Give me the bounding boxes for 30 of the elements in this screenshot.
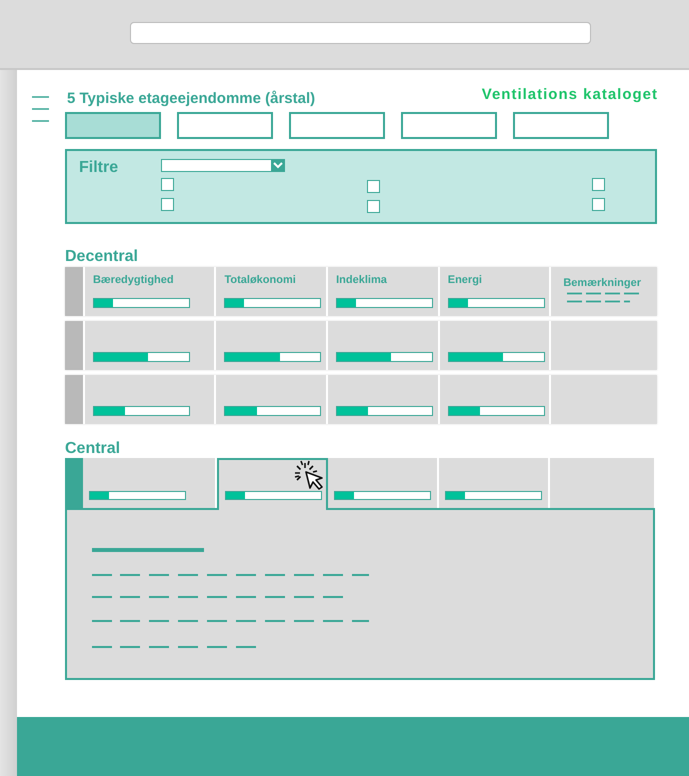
table-cell[interactable] <box>217 458 328 510</box>
filter-label: Filtre <box>79 159 120 178</box>
column-heading: Energi <box>448 274 482 286</box>
row-marker[interactable] <box>65 458 83 508</box>
logo: Ventilations kataloget <box>482 86 658 103</box>
section-heading: Central <box>65 440 122 458</box>
dropdown[interactable] <box>161 159 285 172</box>
checkbox[interactable] <box>592 178 605 191</box>
page-title: 5 Typiske etageejendomme (årstal) <box>67 90 316 107</box>
row-marker[interactable] <box>65 321 83 370</box>
column-heading: Bemærkninger <box>563 277 642 289</box>
tab[interactable] <box>177 112 273 139</box>
address-field[interactable] <box>130 22 591 44</box>
tab[interactable] <box>401 112 497 139</box>
tab[interactable] <box>289 112 385 139</box>
tab[interactable] <box>65 112 161 139</box>
column-heading: Bæredygtighed <box>92 274 174 286</box>
column-heading: Totaløkonomi <box>224 274 296 286</box>
checkbox[interactable] <box>367 200 380 213</box>
tab[interactable] <box>513 112 609 139</box>
column-heading: Indeklima <box>336 274 387 286</box>
row-marker[interactable] <box>65 267 83 316</box>
checkbox[interactable] <box>592 198 605 211</box>
chevron-down-icon <box>271 159 285 171</box>
checkbox[interactable] <box>367 180 380 193</box>
menu-icon[interactable] <box>32 96 49 122</box>
section-heading: Decentral <box>65 248 139 267</box>
checkbox[interactable] <box>161 198 174 211</box>
checkbox[interactable] <box>161 178 174 191</box>
row-marker[interactable] <box>65 375 83 424</box>
